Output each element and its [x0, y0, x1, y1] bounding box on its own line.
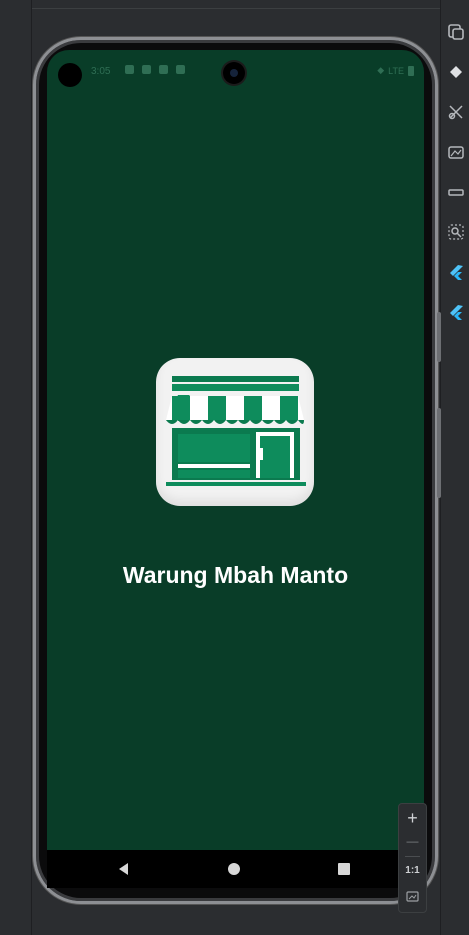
minus-icon[interactable] — [446, 182, 466, 202]
navigation-bar — [47, 850, 424, 888]
device-manager-icon[interactable] — [446, 22, 466, 42]
mic-icon — [159, 65, 168, 74]
volume-button[interactable] — [437, 312, 441, 362]
storefront-icon — [156, 358, 314, 506]
search-icon[interactable] — [446, 222, 466, 242]
screenshot-icon[interactable] — [446, 142, 466, 162]
zoom-in-button[interactable]: + — [399, 808, 426, 829]
zoom-controls: + — 1:1 — [398, 803, 427, 913]
sim-icon — [176, 65, 185, 74]
battery-icon — [408, 65, 414, 76]
scissors-icon[interactable] — [446, 102, 466, 122]
settings-icon — [125, 65, 134, 74]
wifi-icon: ◆ — [377, 65, 385, 75]
back-triangle-icon — [119, 863, 128, 875]
diamond-icon[interactable] — [446, 62, 466, 82]
front-camera — [223, 62, 245, 84]
shield-icon — [142, 65, 151, 74]
fit-screen-icon[interactable] — [399, 889, 426, 907]
recents-button[interactable] — [325, 850, 363, 888]
app-screen: 3:05 ◆ LTE Warung Mbah Manto — [47, 50, 424, 850]
zoom-out-button[interactable]: — — [399, 834, 426, 848]
home-circle-icon — [228, 863, 240, 875]
back-button[interactable] — [105, 850, 143, 888]
power-button[interactable] — [437, 408, 441, 498]
app-title: Warung Mbah Manto — [122, 562, 349, 588]
recents-square-icon — [338, 863, 350, 875]
flutter-icon[interactable] — [446, 262, 466, 282]
home-button[interactable] — [215, 850, 253, 888]
status-time: 3:05 — [91, 66, 111, 77]
right-toolbar — [440, 0, 469, 935]
punch-hole — [58, 63, 82, 87]
network-type: LTE — [388, 65, 404, 76]
left-strip — [0, 0, 32, 935]
actual-size-button[interactable]: 1:1 — [399, 865, 426, 876]
top-divider — [32, 8, 442, 9]
status-right: ◆ LTE — [377, 65, 414, 76]
flutter-icon[interactable] — [446, 302, 466, 322]
zoom-divider — [405, 856, 420, 857]
status-icons — [125, 65, 185, 74]
